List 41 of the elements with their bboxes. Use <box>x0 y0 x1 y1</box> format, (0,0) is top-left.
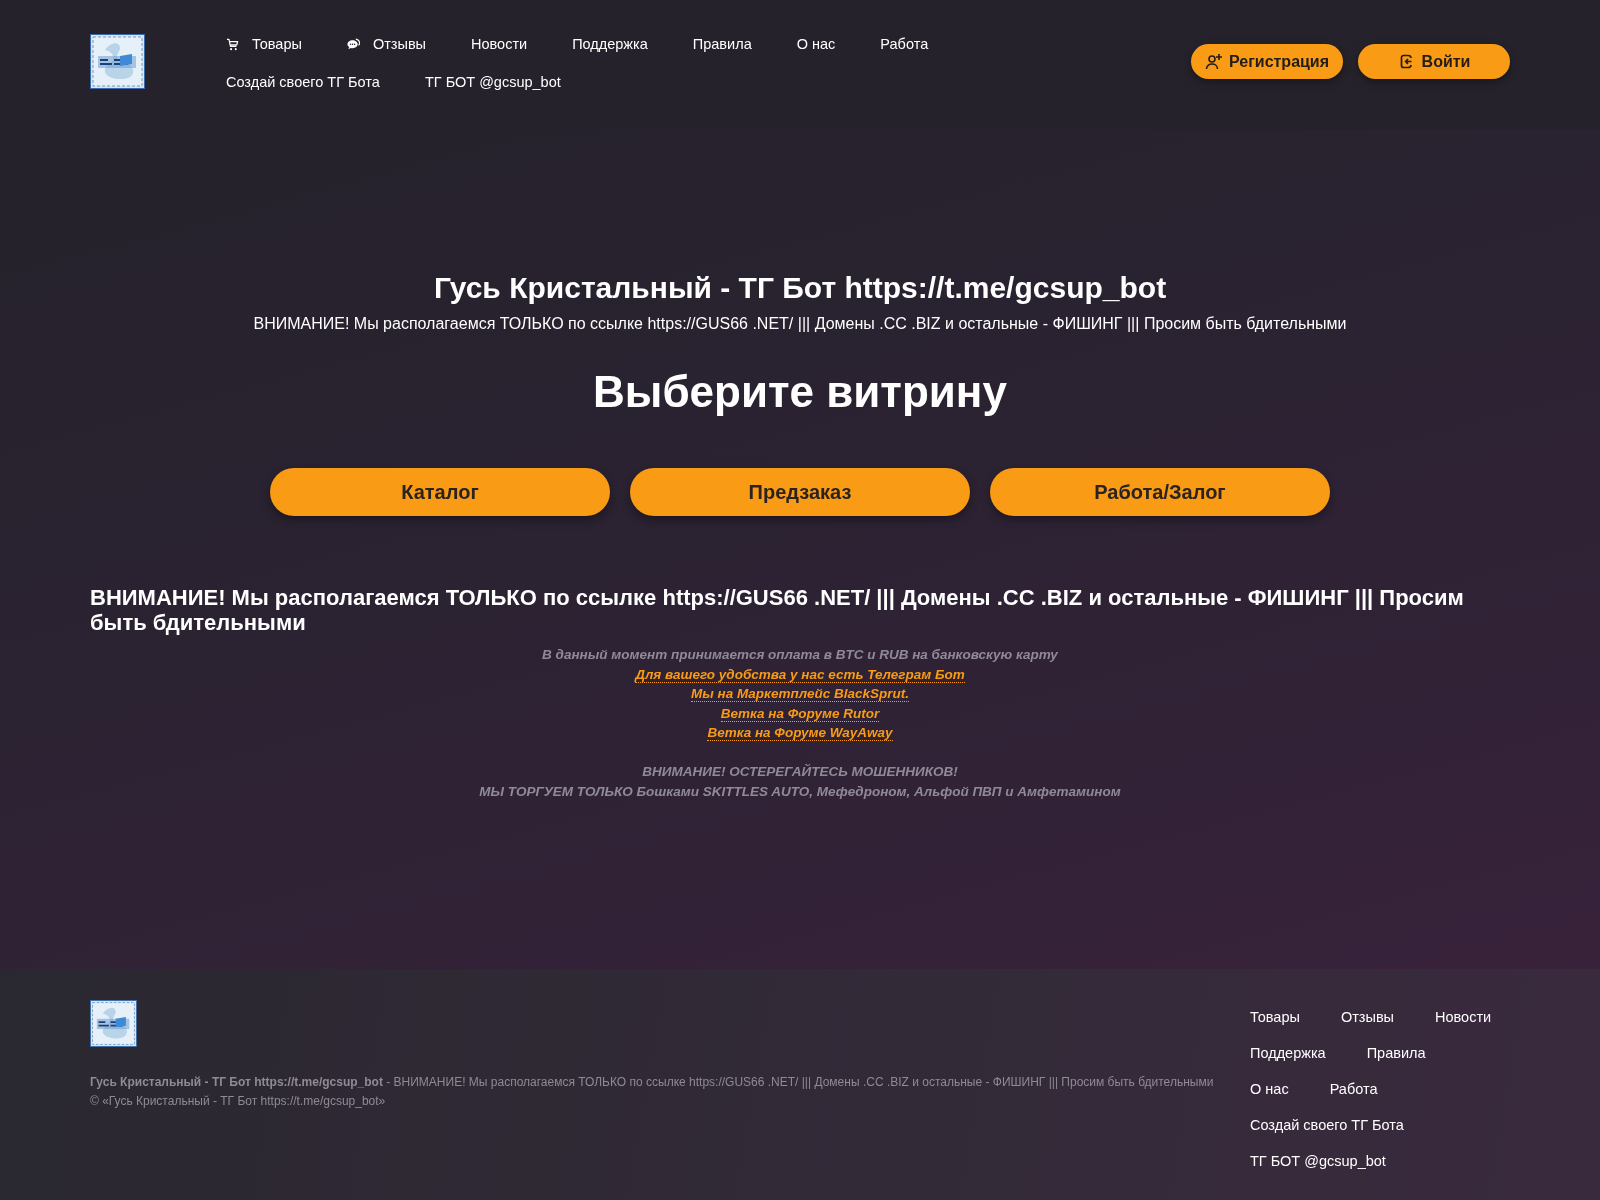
nav-link[interactable]: Новости <box>471 33 528 55</box>
nav-link[interactable]: О нас <box>796 33 836 55</box>
footer-link[interactable]: ТГ БОТ @gcsup_bot <box>1250 1150 1386 1172</box>
copyright-text: © «Гусь Кристальный - ТГ Бот https://t.me/gcsup_bot» <box>90 1093 387 1110</box>
user-plus-icon <box>1204 53 1222 70</box>
notice-heading: ВНИМАНИЕ! Мы располагаемся ТОЛЬКО по ссылке https://GUS66 .NET/ ||| Домены .CC .BIZ и остальные - ФИШИНГ ||| Просим быть бдительными <box>90 585 1465 635</box>
text-link[interactable]: Мы на Маркетплейс BlackSprut. <box>691 686 909 702</box>
info-text: В данный момент принимается оплата в BTC и RUB на банковскую карту <box>542 647 1058 662</box>
showcase-button[interactable]: Предзаказ <box>630 468 970 516</box>
register-button[interactable]: Регистрация <box>1191 44 1343 79</box>
info-text: МЫ ТОРГУЕМ ТОЛЬКО Бошками SKITTLES AUTO, Мефедроном, Альфой ПВП и Амфетамином <box>479 783 1121 799</box>
page-heading: Выберите витрину <box>592 366 1008 418</box>
text-link[interactable]: Ветка на Форуме Rutor <box>720 705 880 722</box>
login-button[interactable]: Войти <box>1358 44 1510 79</box>
footer-link[interactable]: Правила <box>1366 1042 1426 1064</box>
nav-link[interactable]: Отзывы <box>346 33 426 55</box>
footer-link[interactable]: Поддержка <box>1250 1042 1326 1064</box>
nav-link[interactable]: Товары <box>226 33 302 55</box>
nav-link[interactable]: Правила <box>692 33 752 55</box>
info-text: ВНИМАНИЕ! ОСТЕРЕГАЙТЕСЬ МОШЕННИКОВ! <box>642 764 958 779</box>
nav-link[interactable]: Работа <box>880 33 929 55</box>
footer-link[interactable]: Отзывы <box>1340 1006 1394 1028</box>
text-link[interactable]: Для вашего удобства у нас есть Телеграм Бот <box>635 666 965 683</box>
nav-link[interactable]: Поддержка <box>572 33 648 55</box>
logo-image[interactable] <box>90 34 145 89</box>
warning-text: ВНИМАНИЕ! Мы располагаемся ТОЛЬКО по ссылке https://GUS66 .NET/ ||| Домены .CC .BIZ и остальные - ФИШИНГ ||| Просим быть бдительными <box>252 314 1348 334</box>
footer-link[interactable]: Создай своего ТГ Бота <box>1250 1114 1404 1136</box>
site-title: Гусь Кристальный - ТГ Бот https://t.me/gcsup_bot <box>432 270 1168 306</box>
logo-image[interactable] <box>90 1000 137 1047</box>
footer-link[interactable]: Работа <box>1329 1078 1378 1100</box>
showcase-button[interactable]: Каталог <box>270 468 610 516</box>
text-link[interactable]: Ветка на Форуме WayAway <box>707 725 893 741</box>
footer-link[interactable]: Товары <box>1250 1006 1300 1028</box>
nav-link[interactable]: ТГ БОТ @gcsup_bot <box>424 71 561 93</box>
cart-icon <box>226 37 239 51</box>
nav-link[interactable]: Создай своего ТГ Бота <box>226 71 380 93</box>
footer-link[interactable]: Новости <box>1435 1006 1492 1028</box>
showcase-button[interactable]: Работа/Залог <box>990 468 1330 516</box>
chat-bubbles-icon <box>346 37 360 51</box>
footer-link[interactable]: О нас <box>1250 1078 1289 1100</box>
footer-description: Гусь Кристальный - ТГ Бот https://t.me/gcsup_bot - ВНИМАНИЕ! Мы располагаемся ТОЛЬКО по ссылке https://GUS66 .NET/ ||| Домены .CC .BIZ и остальные - ФИШИНГ ||| Просим быть бдительными <box>90 1074 1215 1091</box>
